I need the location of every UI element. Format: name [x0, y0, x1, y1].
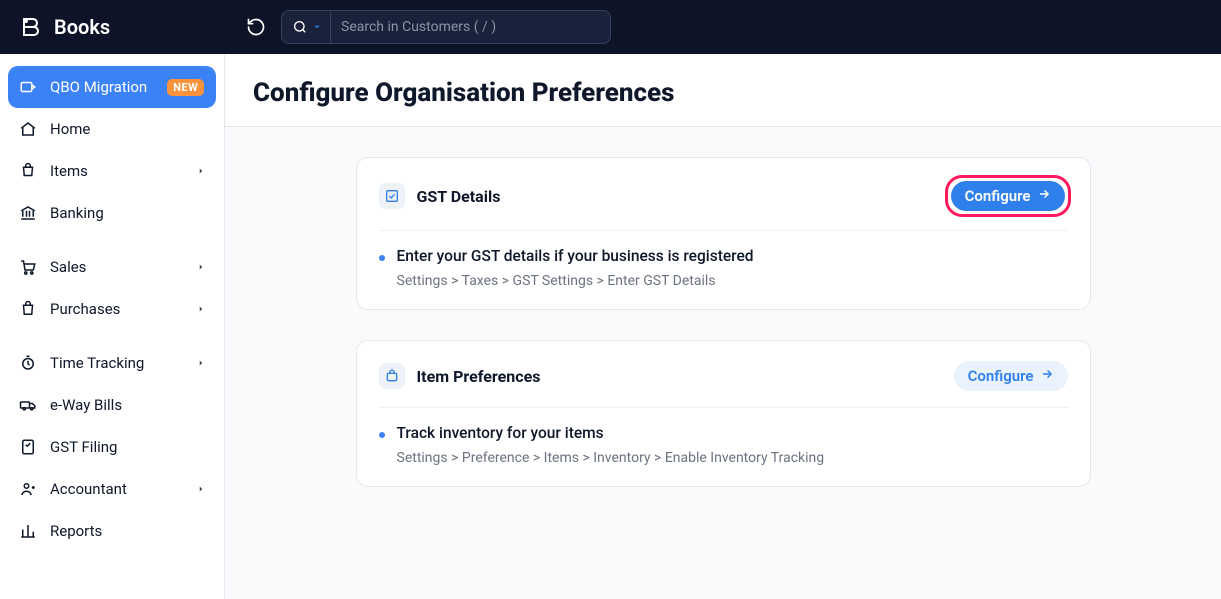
sidebar-item-label: Time Tracking	[50, 354, 144, 372]
arrow-right-icon	[1040, 367, 1054, 385]
chevron-right-icon	[196, 354, 206, 372]
home-icon	[18, 119, 38, 139]
card-gst-details: GST Details Configure Enter your GST det…	[356, 157, 1091, 310]
new-badge: NEW	[167, 79, 204, 96]
gst-filing-icon	[18, 437, 38, 457]
sidebar-item-label: Banking	[50, 204, 104, 222]
sidebar-item-label: Reports	[50, 522, 102, 540]
brand-icon	[18, 14, 44, 40]
sidebar: QBO Migration NEW Home Items Banking Sales Pur…	[0, 54, 225, 599]
items-icon	[18, 161, 38, 181]
bullet-dot	[379, 432, 385, 438]
bullet-text: Track inventory for your items	[397, 424, 604, 442]
brand-name: Books	[54, 15, 110, 39]
card-header-icon	[379, 183, 405, 209]
configure-label: Configure	[968, 367, 1034, 385]
card-header: GST Details Configure	[379, 178, 1068, 231]
reports-icon	[18, 521, 38, 541]
sidebar-item-label: Items	[50, 162, 88, 180]
brand: Books	[0, 0, 225, 54]
sidebar-item-label: Purchases	[50, 300, 120, 318]
time-tracking-icon	[18, 353, 38, 373]
configure-button[interactable]: Configure	[951, 181, 1065, 211]
purchases-icon	[18, 299, 38, 319]
search-scope-dropdown[interactable]	[292, 11, 331, 43]
card-title: GST Details	[417, 187, 501, 206]
sidebar-item-accountant[interactable]: Accountant	[8, 468, 216, 510]
card-item-preferences: Item Preferences Configure Track invento…	[356, 340, 1091, 487]
bullet-text: Enter your GST details if your business …	[397, 247, 754, 265]
card-title: Item Preferences	[417, 367, 541, 386]
search-input[interactable]	[331, 19, 600, 35]
sidebar-item-label: e-Way Bills	[50, 396, 122, 414]
sidebar-item-label: GST Filing	[50, 438, 117, 456]
card-body: Track inventory for your items Settings …	[379, 408, 1068, 466]
banking-icon	[18, 203, 38, 223]
chevron-right-icon	[196, 162, 206, 180]
qbo-migration-icon	[18, 77, 38, 97]
top-actions	[225, 10, 611, 44]
arrow-right-icon	[1037, 187, 1051, 205]
top-bar: Books	[0, 0, 1221, 54]
sidebar-item-label: QBO Migration	[50, 78, 147, 96]
sales-icon	[18, 257, 38, 277]
content-area: GST Details Configure Enter your GST det…	[225, 127, 1221, 599]
settings-path: Settings > Preference > Items > Inventor…	[379, 450, 1068, 466]
highlight-ring: Configure	[948, 178, 1068, 214]
chevron-right-icon	[196, 300, 206, 318]
configure-button[interactable]: Configure	[954, 361, 1068, 391]
sidebar-item-reports[interactable]: Reports	[8, 510, 216, 552]
card-body: Enter your GST details if your business …	[379, 231, 1068, 289]
sidebar-item-sales[interactable]: Sales	[8, 246, 216, 288]
sidebar-item-banking[interactable]: Banking	[8, 192, 216, 234]
sidebar-item-gst-filing[interactable]: GST Filing	[8, 426, 216, 468]
page-title: Configure Organisation Preferences	[253, 78, 1193, 108]
bullet-dot	[379, 255, 385, 261]
configure-label: Configure	[965, 187, 1031, 205]
page-header: Configure Organisation Preferences	[225, 54, 1221, 127]
sidebar-item-purchases[interactable]: Purchases	[8, 288, 216, 330]
sidebar-item-qbo-migration[interactable]: QBO Migration NEW	[8, 66, 216, 108]
settings-path: Settings > Taxes > GST Settings > Enter …	[379, 273, 1068, 289]
sidebar-item-time-tracking[interactable]: Time Tracking	[8, 342, 216, 384]
sidebar-item-label: Accountant	[50, 480, 127, 498]
eway-bills-icon	[18, 395, 38, 415]
sidebar-item-items[interactable]: Items	[8, 150, 216, 192]
chevron-right-icon	[196, 258, 206, 276]
refresh-button[interactable]	[245, 16, 267, 38]
card-header: Item Preferences Configure	[379, 361, 1068, 408]
sidebar-item-eway-bills[interactable]: e-Way Bills	[8, 384, 216, 426]
sidebar-item-label: Sales	[50, 258, 86, 276]
accountant-icon	[18, 479, 38, 499]
sidebar-item-home[interactable]: Home	[8, 108, 216, 150]
sidebar-item-label: Home	[50, 120, 90, 138]
search-box[interactable]	[281, 10, 611, 44]
main-content: Configure Organisation Preferences GST D…	[225, 54, 1221, 599]
card-header-icon	[379, 363, 405, 389]
chevron-right-icon	[196, 480, 206, 498]
